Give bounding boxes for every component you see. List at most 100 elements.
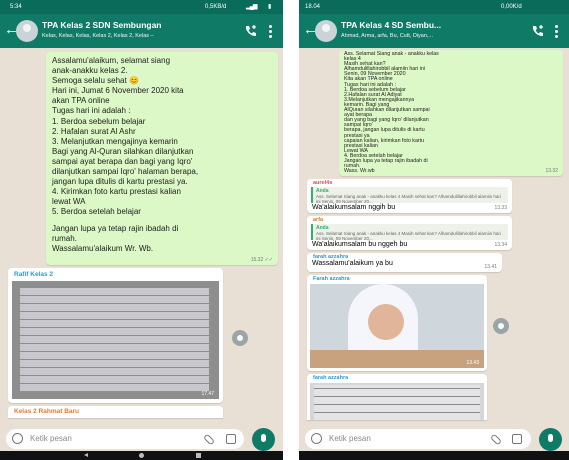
message-time: 15.32 ✓✓ [250, 257, 273, 263]
sender-name: arfa [313, 217, 324, 223]
nav-home-icon[interactable] [139, 453, 144, 458]
reply-time: 13.34 [494, 242, 507, 248]
message-line: 3. Melanjutkan mengajinya kemarin [52, 136, 178, 146]
message-line: dilanjutkan sampai Iqro' halaman berapa, [52, 167, 199, 177]
left-phone-screen: 5:34 0,5KB/d ▂▄▆ ▮ ← TPA Kelas 2 SDN Sem… [0, 0, 283, 460]
group-title[interactable]: TPA Kelas 4 SD Sembu... [341, 20, 441, 30]
message-line: 4. Kirimkan foto kartu prestasi kalian [52, 187, 181, 197]
sender-name: farah azzahra [313, 254, 349, 260]
quoted-message[interactable]: Anda Ass. Selamat Siang anak - anakku ke… [311, 187, 508, 203]
message-text: Assalamu'alaikum, selamat siang anak-anak… [46, 52, 278, 254]
chat-header: ← TPA Kelas 2 SDN Sembungan Kelas, Kelas… [0, 14, 283, 48]
android-nav-bar [0, 451, 283, 460]
message-line: 1. Berdoa sebelum belajar [52, 116, 146, 126]
table-surface [310, 350, 484, 368]
status-network: 0,00K/d [501, 4, 522, 10]
reply-time: 13.33 [494, 205, 507, 211]
message-line: Assalamu'alaikum, selamat siang [52, 56, 171, 65]
photo-content [314, 385, 480, 420]
message-input[interactable]: Ketik pesan [30, 434, 72, 443]
attach-icon[interactable] [202, 433, 216, 446]
forward-icon[interactable] [232, 330, 248, 346]
camera-icon[interactable] [512, 434, 522, 444]
group-members[interactable]: Ahmad, Arma, arfa, Bu, Cutt, Diyan,... [341, 33, 433, 39]
status-bar: 5:34 0,5KB/d ▂▄▆ ▮ [0, 0, 283, 14]
sender-name: aurel4s [313, 180, 333, 186]
message-line: Wass. Wr.wb [344, 168, 375, 175]
child-photo[interactable]: 13.43 [310, 284, 484, 368]
message-line: Wassalamu'alaikum Wr. Wb. [52, 243, 154, 253]
android-nav-bar [299, 451, 569, 460]
message-input[interactable]: Ketik pesan [329, 434, 371, 443]
sender-name: farah azzahra [313, 375, 349, 381]
photo-message[interactable]: farah azzahra [307, 374, 487, 420]
add-call-icon[interactable] [244, 24, 258, 38]
message-line: Tugas hari ini adalah : [52, 106, 131, 116]
photo-message[interactable]: Farah azzahra 13.43 [307, 275, 487, 371]
menu-icon[interactable] [268, 23, 272, 39]
photo-time: 13.43 [466, 360, 479, 366]
reply-text: Wassalamu'alaikum ya bu [312, 260, 393, 267]
status-time: 18.04 [305, 4, 321, 10]
next-message[interactable]: Kelas 2 Rahmat Baru [8, 406, 223, 418]
message-text: Ass. Selamat Siang anak - anakku kelas ke… [339, 50, 563, 174]
camera-icon[interactable] [226, 434, 236, 444]
nav-back-icon[interactable] [84, 453, 88, 457]
emoji-icon[interactable] [311, 433, 322, 444]
add-call-icon[interactable] [531, 24, 545, 38]
mic-button[interactable] [539, 428, 562, 451]
nav-recent-icon[interactable] [196, 453, 201, 458]
group-avatar[interactable] [315, 20, 337, 42]
message-line: Bagi yang Al-Quran silahkan dilanjutkan [52, 146, 194, 156]
sender-name: Rafif Kelas 2 [14, 271, 54, 278]
reply-text: Wa'alaikumsalam nggih bu [312, 204, 396, 211]
chat-area: Assalamu'alaikum, selamat siang anak-anak… [0, 48, 283, 420]
photo-message[interactable]: Rafif Kelas 2 17.47 [8, 268, 223, 403]
message-line: sampai ayat berapa dan bagi yang Iqro' [52, 156, 193, 166]
group-avatar[interactable] [16, 20, 38, 42]
message-line: 2. Hafalan surat Al Ashr [52, 126, 136, 136]
forward-icon[interactable] [493, 318, 509, 334]
group-title[interactable]: TPA Kelas 2 SDN Sembungan [42, 20, 162, 30]
photo-content [20, 287, 209, 391]
battery-icon: ▮ [268, 4, 272, 10]
chat-header: ← TPA Kelas 4 SD Sembu... Ahmad, Arma, a… [299, 14, 569, 48]
menu-icon[interactable] [554, 23, 558, 39]
message-line: rumah. [52, 233, 77, 243]
message-time: 13.32 [545, 168, 558, 174]
mic-button[interactable] [252, 428, 275, 451]
outgoing-message[interactable]: Assalamu'alaikum, selamat siang anak-anak… [46, 52, 278, 265]
reply-text: Wa'alaikumsalam bu nggeh bu [312, 241, 408, 248]
status-time: 5:34 [10, 4, 22, 10]
message-line: Semoga selalu sehat 😊 [52, 76, 139, 86]
chat-area: Ass. Selamat Siang anak - anakku kelas ke… [299, 48, 569, 420]
reply-message[interactable]: aurel4s Anda Ass. Selamat Siang anak - a… [307, 179, 512, 213]
status-bar: 18.04 0,00K/d [299, 0, 569, 14]
quote-text: Ass. Selamat Siang anak - anakku kelas 4… [316, 231, 501, 240]
message-line: lewat WA [52, 197, 86, 207]
message-line: Jangan lupa ya tetap rajin ibadah di [52, 223, 179, 233]
quote-text: Ass. Selamat Siang anak - anakku kelas 4… [316, 194, 501, 203]
child-face [368, 304, 404, 340]
quoted-message[interactable]: Anda Ass. Selamat Siang anak - anakku ke… [311, 224, 508, 240]
message-line: 5. Berdoa setelah belajar [52, 207, 141, 217]
signal-icon: ▂▄▆ [246, 4, 258, 10]
worksheet-photo[interactable]: 17.47 [12, 281, 219, 399]
reply-time: 13.41 [484, 264, 497, 270]
status-network: 0,5KB/d [205, 4, 227, 10]
outgoing-message[interactable]: Ass. Selamat Siang anak - anakku kelas ke… [339, 50, 563, 176]
message-line: Hari ini, Jumat 6 November 2020 kita [52, 86, 184, 96]
message-input-bar[interactable]: Ketik pesan [305, 429, 531, 449]
reply-message[interactable]: farah azzahra Wassalamu'alaikum ya bu 13… [307, 253, 502, 272]
reply-message[interactable]: arfa Anda Ass. Selamat Siang anak - anak… [307, 216, 512, 250]
next-sender-name: Kelas 2 Rahmat Baru [14, 408, 80, 415]
worksheet-photo[interactable] [310, 383, 484, 420]
sender-name: Farah azzahra [313, 276, 350, 282]
message-line: anak-anakku kelas 2. [52, 66, 128, 76]
right-phone-screen: 18.04 0,00K/d ← TPA Kelas 4 SD Sembu... … [299, 0, 569, 460]
emoji-icon[interactable] [12, 433, 23, 444]
message-line: akan TPA online [52, 96, 110, 106]
group-members[interactable]: Kelas, Kelas, Kelas, Kelas 2, Kelas 2, K… [42, 33, 154, 39]
message-input-bar[interactable]: Ketik pesan [6, 429, 244, 449]
attach-icon[interactable] [489, 433, 503, 446]
